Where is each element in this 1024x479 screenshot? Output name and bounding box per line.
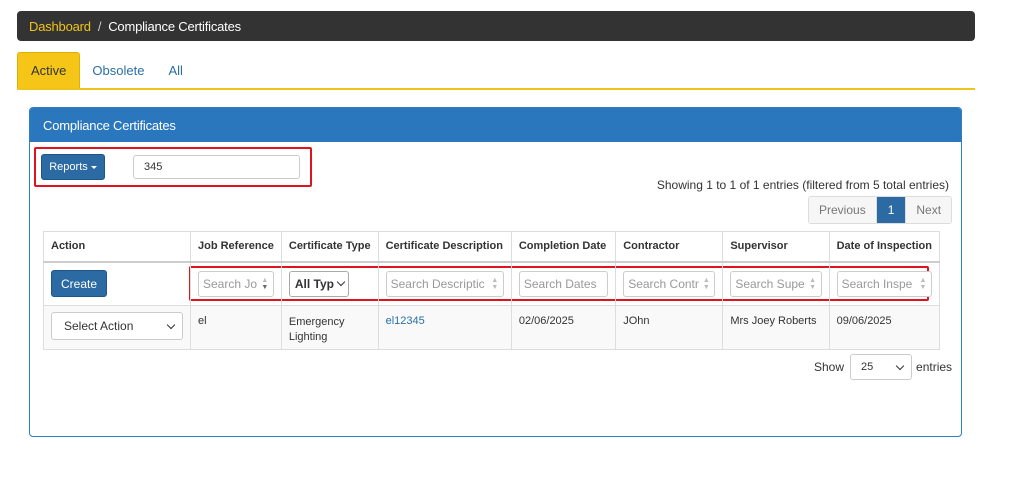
sort-icon: ▲ ▼ — [919, 276, 927, 291]
filter-row: Create Search Jo ▲ ▼ All Typ Search Descr… — [43, 261, 941, 306]
table-row: Select Action el Emergency Lighting el12… — [43, 305, 941, 350]
pagination: Previous 1 Next — [808, 196, 953, 224]
select-action-dropdown[interactable]: Select Action — [51, 312, 183, 340]
sort-icon: ▲ ▼ — [702, 276, 710, 291]
certificate-type-cell: Emergency Lighting — [280, 305, 379, 350]
description-cell: el12345 — [377, 305, 512, 350]
table-info: Showing 1 to 1 of 1 entries (filtered fr… — [656, 178, 949, 192]
header-action: Action — [43, 231, 191, 263]
completion-date-filter[interactable]: Search Dates — [518, 270, 609, 297]
contractor-filter-cell: Search Contr ▲ ▼ — [615, 261, 724, 306]
inspection-filter-cell: Search Inspe ▲ ▼ — [828, 261, 941, 306]
certificate-type-filter-cell: All Typ — [280, 261, 379, 306]
breadcrumb-separator: / — [97, 18, 102, 34]
breadcrumb-current: Compliance Certificates — [108, 18, 241, 34]
supervisor-filter[interactable]: Search Supe ▲ ▼ — [730, 270, 822, 297]
description-filter-cell: Search Descriptic ▲ ▼ — [377, 261, 512, 306]
header-contractor[interactable]: Contractor — [615, 231, 724, 263]
certificates-table: Action Job Reference Certificate Type Ce… — [43, 231, 941, 350]
reports-button-label: Reports — [49, 161, 88, 173]
page-length-select[interactable]: 25 — [850, 354, 913, 380]
chevron-down-icon — [336, 278, 346, 287]
global-search-input[interactable] — [133, 155, 300, 179]
breadcrumb: Dashboard / Compliance Certificates — [17, 11, 975, 41]
contractor-filter-placeholder: Search Contr — [628, 276, 699, 291]
tab-active[interactable]: Active — [17, 52, 81, 88]
page-1-button[interactable]: 1 — [875, 197, 906, 223]
create-button[interactable]: Create — [51, 270, 107, 298]
tab-obsolete[interactable]: Obsolete — [80, 52, 156, 88]
table-header-row: Action Job Reference Certificate Type Ce… — [43, 231, 941, 263]
page-length-control: Show 25 entries — [814, 354, 952, 380]
description-filter[interactable]: Search Descriptic ▲ ▼ — [385, 270, 504, 297]
sort-icon: ▲ ▼ — [261, 276, 269, 291]
job-reference-cell: el — [190, 305, 282, 350]
show-label: Show — [814, 360, 845, 374]
select-action-label: Select Action — [64, 319, 134, 333]
panel-title: Compliance Certificates — [30, 108, 961, 142]
caret-down-icon — [90, 165, 97, 169]
breadcrumb-dashboard-link[interactable]: Dashboard — [29, 19, 91, 34]
entries-label: entries — [916, 360, 953, 374]
create-cell: Create — [43, 261, 191, 306]
job-reference-filter-cell: Search Jo ▲ ▼ — [190, 261, 282, 306]
action-cell: Select Action — [43, 305, 191, 350]
completion-date-filter-placeholder: Search Dates — [523, 276, 597, 291]
reports-dropdown-button[interactable]: Reports — [41, 154, 105, 180]
page-length-value: 25 — [861, 361, 874, 373]
description-filter-placeholder: Search Descriptic — [390, 276, 485, 291]
completion-date-filter-cell: Search Dates — [510, 261, 617, 306]
header-date-of-inspection[interactable]: Date of Inspection — [828, 231, 941, 263]
job-reference-filter[interactable]: Search Jo ▲ ▼ — [198, 270, 274, 297]
contractor-filter[interactable]: Search Contr ▲ ▼ — [623, 270, 716, 297]
certificate-type-filter-value: All Typ — [294, 276, 334, 291]
inspection-date-cell: 09/06/2025 — [828, 305, 941, 350]
header-certificate-description[interactable]: Certificate Description — [377, 231, 512, 263]
completion-date-cell: 02/06/2025 — [510, 305, 617, 350]
chevron-down-icon — [166, 320, 176, 329]
header-job-reference[interactable]: Job Reference — [190, 231, 282, 263]
supervisor-filter-placeholder: Search Supe — [735, 276, 805, 291]
description-link[interactable]: el12345 — [386, 315, 425, 327]
contractor-cell: JOhn — [615, 305, 724, 350]
inspection-filter[interactable]: Search Inspe ▲ ▼ — [836, 270, 932, 297]
inspection-filter-placeholder: Search Inspe — [841, 276, 913, 291]
supervisor-filter-cell: Search Supe ▲ ▼ — [722, 261, 830, 306]
tab-all[interactable]: All — [156, 52, 194, 88]
sort-icon: ▲ ▼ — [491, 276, 499, 291]
chevron-down-icon — [895, 361, 905, 370]
job-reference-filter-placeholder: Search Jo — [203, 276, 258, 291]
supervisor-cell: Mrs Joey Roberts — [722, 305, 830, 350]
previous-page-button[interactable]: Previous — [809, 197, 876, 223]
header-supervisor[interactable]: Supervisor — [722, 231, 830, 263]
certificate-type-filter[interactable]: All Typ — [288, 270, 349, 297]
header-certificate-type[interactable]: Certificate Type — [280, 231, 379, 263]
next-page-button[interactable]: Next — [905, 197, 952, 223]
sort-icon: ▲ ▼ — [809, 276, 817, 291]
status-tabs: Active Obsolete All — [17, 52, 975, 90]
header-completion-date[interactable]: Completion Date — [510, 231, 617, 263]
